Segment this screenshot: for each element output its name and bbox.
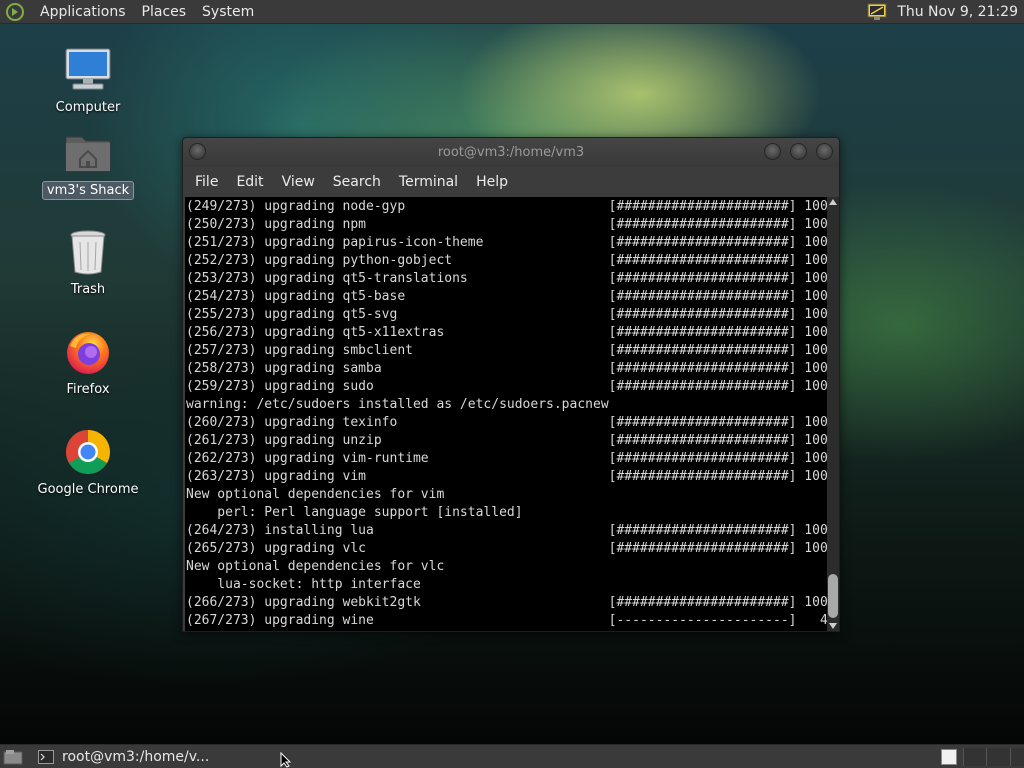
workspace-2[interactable] — [963, 748, 987, 766]
computer-icon — [65, 48, 111, 90]
applications-menu[interactable]: Applications — [32, 0, 134, 24]
terminal-line: New optional dependencies for vlc — [186, 559, 445, 574]
mouse-pointer-icon — [280, 752, 292, 768]
display-settings-icon[interactable] — [867, 3, 887, 21]
taskbar-item-label: root@vm3:/home/v... — [62, 748, 210, 765]
minimize-button[interactable] — [764, 143, 781, 160]
desktop-icon-trash[interactable]: Trash — [38, 226, 138, 298]
terminal-window[interactable]: root@vm3:/home/vm3 File Edit View Search… — [182, 137, 840, 632]
terminal-icon — [38, 749, 54, 764]
terminal-line: (259/273) upgrading sudo [##############… — [186, 379, 836, 394]
terminal-line: lua-socket: http interface — [186, 577, 421, 592]
terminal-line: (265/273) upgrading vlc [###############… — [186, 541, 836, 556]
terminal-line: (253/273) upgrading qt5-translations [##… — [186, 271, 836, 286]
desktop-icon-home-folder[interactable]: vm3's Shack — [38, 126, 138, 200]
terminal-line: (260/273) upgrading texinfo [###########… — [186, 415, 836, 430]
terminal-output[interactable]: (249/273) upgrading node-gyp [##########… — [185, 197, 839, 631]
terminal-line: (255/273) upgrading qt5-svg [###########… — [186, 307, 836, 322]
desktop-icon-label: Google Chrome — [37, 482, 139, 497]
desktop-icon-label: Trash — [70, 282, 106, 297]
maximize-button[interactable] — [790, 143, 807, 160]
trash-icon — [70, 230, 106, 275]
places-menu[interactable]: Places — [134, 0, 195, 24]
scroll-up-arrow-icon[interactable] — [829, 199, 837, 205]
terminal-line: (263/273) upgrading vim [###############… — [186, 469, 836, 484]
terminal-line: perl: Perl language support [installed] — [186, 505, 523, 520]
terminal-line: (262/273) upgrading vim-runtime [#######… — [186, 451, 836, 466]
top-panel: Applications Places System Thu Nov 9, 21… — [0, 0, 1024, 24]
desktop-icon-chrome[interactable]: Google Chrome — [38, 426, 138, 498]
terminal-line: (258/273) upgrading samba [#############… — [186, 361, 836, 376]
firefox-icon — [67, 332, 109, 374]
menu-terminal[interactable]: Terminal — [390, 174, 467, 190]
terminal-line: (251/273) upgrading papirus-icon-theme [… — [186, 235, 836, 250]
show-desktop-icon[interactable] — [2, 748, 24, 766]
menu-view[interactable]: View — [273, 174, 324, 190]
terminal-line: (267/273) upgrading wine [--------------… — [186, 613, 836, 628]
terminal-menubar: File Edit View Search Terminal Help — [183, 167, 839, 196]
terminal-line: New optional dependencies for vim — [186, 487, 445, 502]
distro-logo-icon[interactable] — [6, 2, 24, 21]
system-tray: Thu Nov 9, 21:29 — [867, 3, 1024, 21]
workspace-4[interactable] — [1009, 748, 1024, 766]
terminal-line: (250/273) upgrading npm [###############… — [186, 217, 836, 232]
desktop-icon-label: vm3's Shack — [41, 181, 135, 200]
terminal-line: (261/273) upgrading unzip [#############… — [186, 433, 836, 448]
scrollbar-thumb[interactable] — [828, 574, 838, 618]
desktop-icon-firefox[interactable]: Firefox — [38, 326, 138, 398]
terminal-line: (257/273) upgrading smbclient [#########… — [186, 343, 836, 358]
window-titlebar[interactable]: root@vm3:/home/vm3 — [183, 138, 839, 167]
menu-search[interactable]: Search — [324, 174, 390, 190]
scroll-down-arrow-icon[interactable] — [829, 623, 837, 629]
terminal-line: (249/273) upgrading node-gyp [##########… — [186, 199, 836, 214]
desktop-icon-computer[interactable]: Computer — [38, 44, 138, 116]
window-title: root@vm3:/home/vm3 — [437, 145, 585, 160]
menu-file[interactable]: File — [186, 174, 227, 190]
terminal-text: (249/273) upgrading node-gyp [##########… — [186, 198, 836, 630]
system-menu[interactable]: System — [194, 0, 262, 24]
clock[interactable]: Thu Nov 9, 21:29 — [897, 4, 1024, 20]
workspace-switcher — [940, 748, 1024, 766]
terminal-line: (266/273) upgrading webkit2gtk [########… — [186, 595, 836, 610]
terminal-line: (254/273) upgrading qt5-base [##########… — [186, 289, 836, 304]
workspace-1[interactable] — [941, 749, 957, 765]
chrome-icon — [66, 430, 110, 474]
close-button[interactable] — [816, 143, 833, 160]
menu-help[interactable]: Help — [467, 174, 517, 190]
taskbar-item-terminal[interactable]: root@vm3:/home/v... — [38, 745, 221, 768]
bottom-panel: root@vm3:/home/v... — [0, 744, 1024, 768]
home-folder-icon — [65, 136, 111, 172]
terminal-line: warning: /etc/sudoers installed as /etc/… — [186, 397, 609, 412]
terminal-line: (264/273) installing lua [##############… — [186, 523, 836, 538]
terminal-line: (256/273) upgrading qt5-x11extras [#####… — [186, 325, 836, 340]
workspace-3[interactable] — [986, 748, 1010, 766]
terminal-line: (252/273) upgrading python-gobject [####… — [186, 253, 836, 268]
window-menu-button[interactable] — [189, 143, 206, 160]
vertical-scrollbar[interactable] — [827, 197, 839, 631]
desktop-icon-label: Firefox — [66, 382, 110, 397]
desktop-icon-label: Computer — [55, 100, 121, 115]
menu-edit[interactable]: Edit — [227, 174, 272, 190]
